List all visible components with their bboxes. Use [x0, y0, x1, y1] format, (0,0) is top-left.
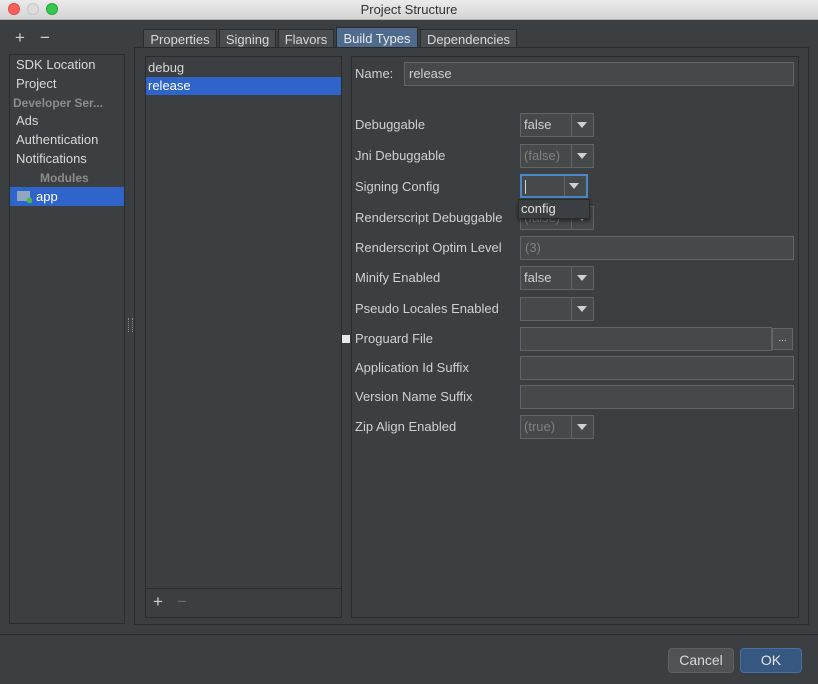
chevron-down-icon[interactable] — [571, 267, 593, 289]
tab-flavors[interactable]: Flavors — [278, 29, 334, 49]
version-name-suffix-label: Version Name Suffix — [355, 389, 473, 404]
pseudo-locales-label: Pseudo Locales Enabled — [355, 301, 499, 316]
build-types-list: debug release + − — [145, 56, 342, 618]
zip-align-label: Zip Align Enabled — [355, 419, 457, 434]
tab-properties[interactable]: Properties — [143, 29, 217, 49]
sidebar-item-project[interactable]: Project — [16, 75, 56, 93]
chevron-down-icon[interactable] — [564, 176, 586, 196]
renderscript-optim-label: Renderscript Optim Level — [355, 240, 502, 255]
pseudo-locales-select[interactable] — [520, 297, 594, 321]
signing-config-label: Signing Config — [355, 179, 440, 194]
remove-icon[interactable]: − — [40, 28, 50, 48]
proguard-marker-icon — [342, 335, 350, 343]
sidebar-header-modules: Modules — [40, 171, 89, 185]
minify-enabled-label: Minify Enabled — [355, 270, 441, 285]
tab-build-types[interactable]: Build Types — [336, 27, 418, 49]
signing-config-select[interactable] — [520, 174, 588, 198]
version-name-suffix-field[interactable] — [520, 385, 794, 409]
ok-button[interactable]: OK — [740, 648, 802, 673]
sidebar-item-app[interactable]: app — [10, 187, 124, 206]
text-cursor — [525, 180, 526, 194]
list-toolbar: + − — [146, 588, 341, 617]
minify-enabled-select[interactable]: false — [520, 266, 594, 290]
add-build-type-icon[interactable]: + — [153, 592, 163, 612]
add-icon[interactable]: + — [15, 28, 25, 48]
renderscript-optim-field[interactable]: (3) — [520, 236, 794, 260]
application-id-suffix-label: Application Id Suffix — [355, 360, 469, 375]
jni-debuggable-value: (false) — [524, 148, 561, 163]
list-item-release[interactable]: release — [146, 77, 341, 95]
dropdown-option-config[interactable]: config — [521, 200, 556, 218]
sidebar-item-ads[interactable]: Ads — [16, 112, 38, 130]
title-bar: Project Structure — [0, 0, 818, 20]
sidebar-header-developer-services: Developer Ser... — [13, 96, 104, 110]
debuggable-value: false — [524, 117, 552, 132]
browse-button[interactable]: ... — [772, 328, 793, 350]
chevron-down-icon[interactable] — [571, 416, 593, 438]
sidebar-item-app-label: app — [36, 189, 58, 204]
cancel-button[interactable]: Cancel — [668, 648, 734, 673]
chevron-down-icon[interactable] — [571, 145, 593, 167]
footer-divider — [0, 634, 818, 635]
name-label: Name: — [355, 66, 394, 81]
sidebar-item-authentication[interactable]: Authentication — [16, 131, 98, 149]
proguard-file-field[interactable] — [520, 327, 772, 351]
sidebar-item-notifications[interactable]: Notifications — [16, 150, 87, 168]
proguard-file-label: Proguard File — [355, 331, 434, 346]
module-folder-icon — [17, 191, 32, 203]
list-item-debug[interactable]: debug — [146, 59, 341, 77]
build-types-panel: debug release + − Name: release Debuggab… — [134, 47, 809, 625]
zip-align-value: (true) — [524, 419, 556, 434]
build-type-form: Name: release Debuggable false Jni Debug… — [342, 56, 799, 618]
zip-align-select[interactable]: (true) — [520, 415, 594, 439]
tab-signing[interactable]: Signing — [219, 29, 276, 49]
sidebar: SDK Location Project Developer Ser... Ad… — [9, 54, 125, 624]
chevron-down-icon[interactable] — [571, 114, 593, 136]
sidebar-item-sdk-location[interactable]: SDK Location — [16, 56, 96, 74]
chevron-down-icon[interactable] — [571, 298, 593, 320]
name-field[interactable]: release — [404, 62, 794, 86]
application-id-suffix-field[interactable] — [520, 356, 794, 380]
signing-config-dropdown: config — [518, 199, 590, 219]
debuggable-label: Debuggable — [355, 117, 426, 132]
splitter-handle[interactable] — [128, 318, 133, 332]
debuggable-select[interactable]: false — [520, 113, 594, 137]
renderscript-debuggable-label: Renderscript Debuggable — [355, 210, 503, 225]
jni-debuggable-label: Jni Debuggable — [355, 148, 446, 163]
tab-dependencies[interactable]: Dependencies — [420, 29, 517, 49]
remove-build-type-icon[interactable]: − — [177, 592, 187, 612]
jni-debuggable-select[interactable]: (false) — [520, 144, 594, 168]
minify-enabled-value: false — [524, 270, 552, 285]
window-title: Project Structure — [360, 2, 458, 17]
